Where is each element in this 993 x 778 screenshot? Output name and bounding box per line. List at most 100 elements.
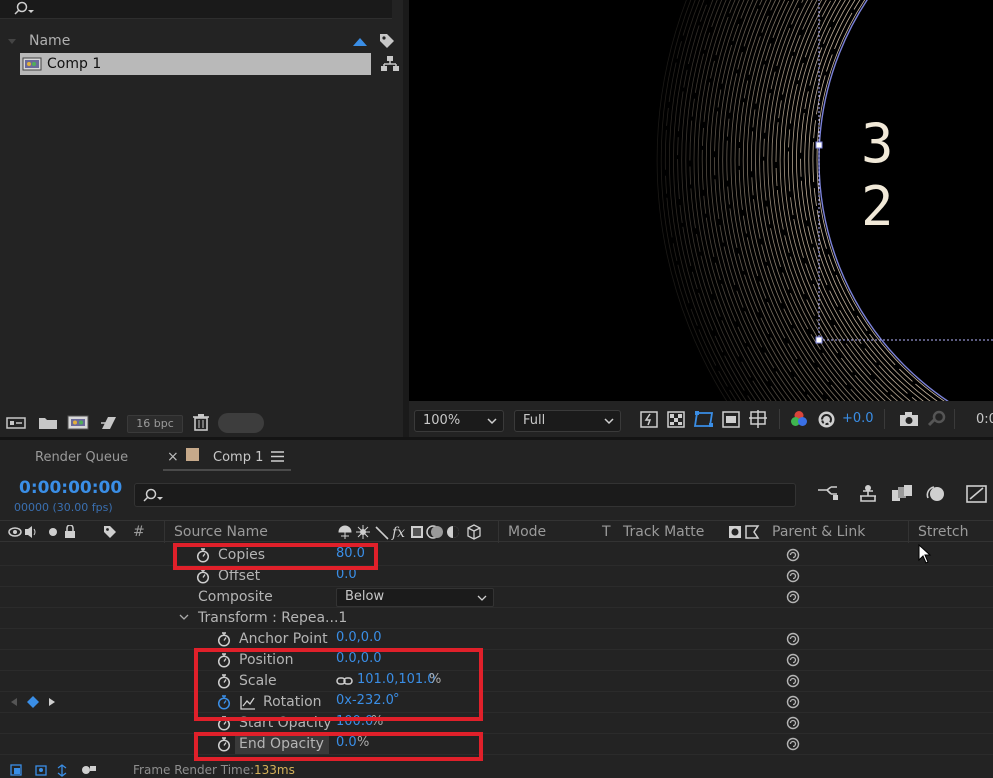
- resolution-value: Full: [523, 413, 546, 428]
- pick-whip-icon[interactable]: [786, 548, 800, 562]
- chevron-down-icon: [604, 418, 614, 425]
- next-keyframe-icon[interactable]: [48, 697, 56, 707]
- mode-column: Mode: [508, 524, 547, 540]
- layer-switches-icons: fx: [338, 524, 481, 540]
- property-label: Offset: [218, 568, 261, 584]
- tab-comp-1[interactable]: Comp 1: [213, 450, 263, 465]
- label-tag-icon[interactable]: [378, 32, 396, 50]
- toolbar-divider: [884, 409, 885, 429]
- interpret-footage-icon[interactable]: [6, 415, 26, 431]
- property-label: Composite: [198, 589, 273, 605]
- motion-blur-icon[interactable]: [925, 484, 947, 504]
- graph-editor-icon[interactable]: [966, 484, 988, 504]
- property-row-copies: Copies 80.0: [0, 545, 993, 566]
- property-row-end-opacity: End Opacity 0.0 %: [0, 734, 993, 755]
- track-matte-column: Track Matte: [623, 524, 705, 540]
- pick-whip-icon[interactable]: [786, 695, 800, 709]
- snapshot-camera-icon[interactable]: [899, 411, 919, 427]
- stopwatch-icon[interactable]: [217, 632, 231, 647]
- pick-whip-icon[interactable]: [786, 737, 800, 751]
- chevron-down-icon[interactable]: [179, 614, 189, 622]
- chevron-down-icon: [487, 418, 497, 425]
- fast-previews-icon[interactable]: [640, 411, 658, 428]
- source-name-column[interactable]: Source Name: [174, 524, 268, 540]
- column-divider: [498, 521, 499, 543]
- sort-ascending-icon[interactable]: [352, 37, 368, 47]
- countdown-number-text: 3 2: [861, 112, 908, 238]
- property-row-position: Position 0.0,0.0: [0, 650, 993, 671]
- previous-keyframe-icon[interactable]: [10, 697, 18, 707]
- tab-render-queue[interactable]: Render Queue: [35, 450, 128, 465]
- toolbar-divider: [779, 409, 780, 429]
- toolbar-divider: [954, 409, 955, 429]
- new-composition-icon[interactable]: [67, 414, 89, 431]
- project-item-comp-1[interactable]: Comp 1: [20, 53, 371, 75]
- exposure-value[interactable]: +0.0: [842, 411, 874, 426]
- resolution-dropdown[interactable]: Full: [514, 410, 621, 432]
- current-time-display[interactable]: 0:0: [976, 412, 993, 427]
- property-row-scale: Scale 101.0,101.0 %: [0, 671, 993, 692]
- zoom-dropdown[interactable]: 100%: [414, 410, 504, 432]
- keyframe-icon[interactable]: [27, 696, 39, 708]
- frame-render-time-label: Frame Render Time:: [133, 763, 255, 777]
- timeline-search-input[interactable]: [134, 483, 796, 507]
- pick-whip-icon[interactable]: [786, 653, 800, 667]
- reset-exposure-icon[interactable]: [817, 410, 836, 429]
- property-row-offset: Offset 0.0: [0, 566, 993, 587]
- composition-viewer[interactable]: 3 2: [409, 0, 993, 401]
- highlight-copies: [173, 543, 378, 570]
- property-label: Anchor Point: [239, 631, 328, 647]
- bit-depth-button[interactable]: 16 bpc: [127, 415, 183, 433]
- trash-icon[interactable]: [192, 413, 210, 432]
- mask-visibility-icon[interactable]: [693, 409, 715, 429]
- composite-value: Below: [345, 589, 385, 604]
- pick-whip-icon[interactable]: [786, 674, 800, 688]
- search-icon: [14, 1, 34, 15]
- preserve-transparency-column: T: [602, 524, 611, 540]
- transparency-grid-icon[interactable]: [667, 411, 685, 428]
- timeline-panel: Render Queue × Comp 1 0:00:00:00 00000 (…: [0, 440, 993, 778]
- composite-dropdown[interactable]: Below: [336, 588, 494, 607]
- composition-flowchart-icon[interactable]: [817, 485, 839, 503]
- adobe-media-encoder-icon[interactable]: [99, 414, 119, 432]
- flowchart-icon[interactable]: [381, 56, 399, 72]
- viewer-toolbar: 100% Full +0.0 0:0: [409, 401, 993, 437]
- highlight-transform-props: [194, 648, 483, 721]
- bounding-handle[interactable]: [815, 336, 823, 344]
- chevron-down-icon[interactable]: [8, 38, 16, 46]
- parent-link-column: Parent & Link: [772, 524, 866, 540]
- pick-whip-icon[interactable]: [786, 716, 800, 730]
- active-tab-underline: [163, 469, 291, 471]
- thumbnail-size-slider[interactable]: [218, 413, 264, 433]
- column-divider: [164, 521, 165, 543]
- grid-guides-icon[interactable]: [749, 410, 769, 429]
- tab-close-icon[interactable]: ×: [167, 449, 179, 465]
- matte-switches-icons: [729, 525, 760, 539]
- project-footer: 16 bpc: [0, 409, 403, 437]
- show-channel-icon[interactable]: [790, 410, 808, 428]
- stopwatch-icon[interactable]: [196, 569, 210, 584]
- draft-3d-icon[interactable]: [857, 484, 879, 504]
- composition-icon: [22, 57, 42, 71]
- label-tag-icon[interactable]: [102, 524, 118, 540]
- show-snapshot-icon[interactable]: [926, 409, 948, 429]
- timeline-footer-toggles[interactable]: [10, 764, 110, 777]
- current-timecode[interactable]: 0:00:00:00: [19, 478, 122, 498]
- project-search-input[interactable]: [0, 0, 392, 19]
- frame-blending-icon[interactable]: [891, 484, 913, 504]
- pick-whip-icon[interactable]: [786, 632, 800, 646]
- property-group-label[interactable]: Transform : Repea...1: [198, 610, 347, 626]
- comp-label-color: [186, 448, 199, 461]
- new-folder-icon[interactable]: [38, 415, 58, 431]
- project-panel: Name Comp 1 16 bpc: [0, 0, 403, 437]
- timeline-footer: Frame Render Time: 133ms: [0, 762, 993, 778]
- bounding-handle[interactable]: [815, 141, 823, 149]
- name-column-label[interactable]: Name: [29, 33, 70, 49]
- timeline-tabs: Render Queue × Comp 1: [0, 440, 993, 474]
- av-features-icons: [8, 525, 75, 538]
- property-value[interactable]: 0.0,0.0: [336, 630, 381, 645]
- pick-whip-icon[interactable]: [786, 590, 800, 604]
- region-of-interest-icon[interactable]: [722, 411, 740, 428]
- panel-menu-icon[interactable]: [271, 451, 284, 462]
- pick-whip-icon[interactable]: [786, 569, 800, 583]
